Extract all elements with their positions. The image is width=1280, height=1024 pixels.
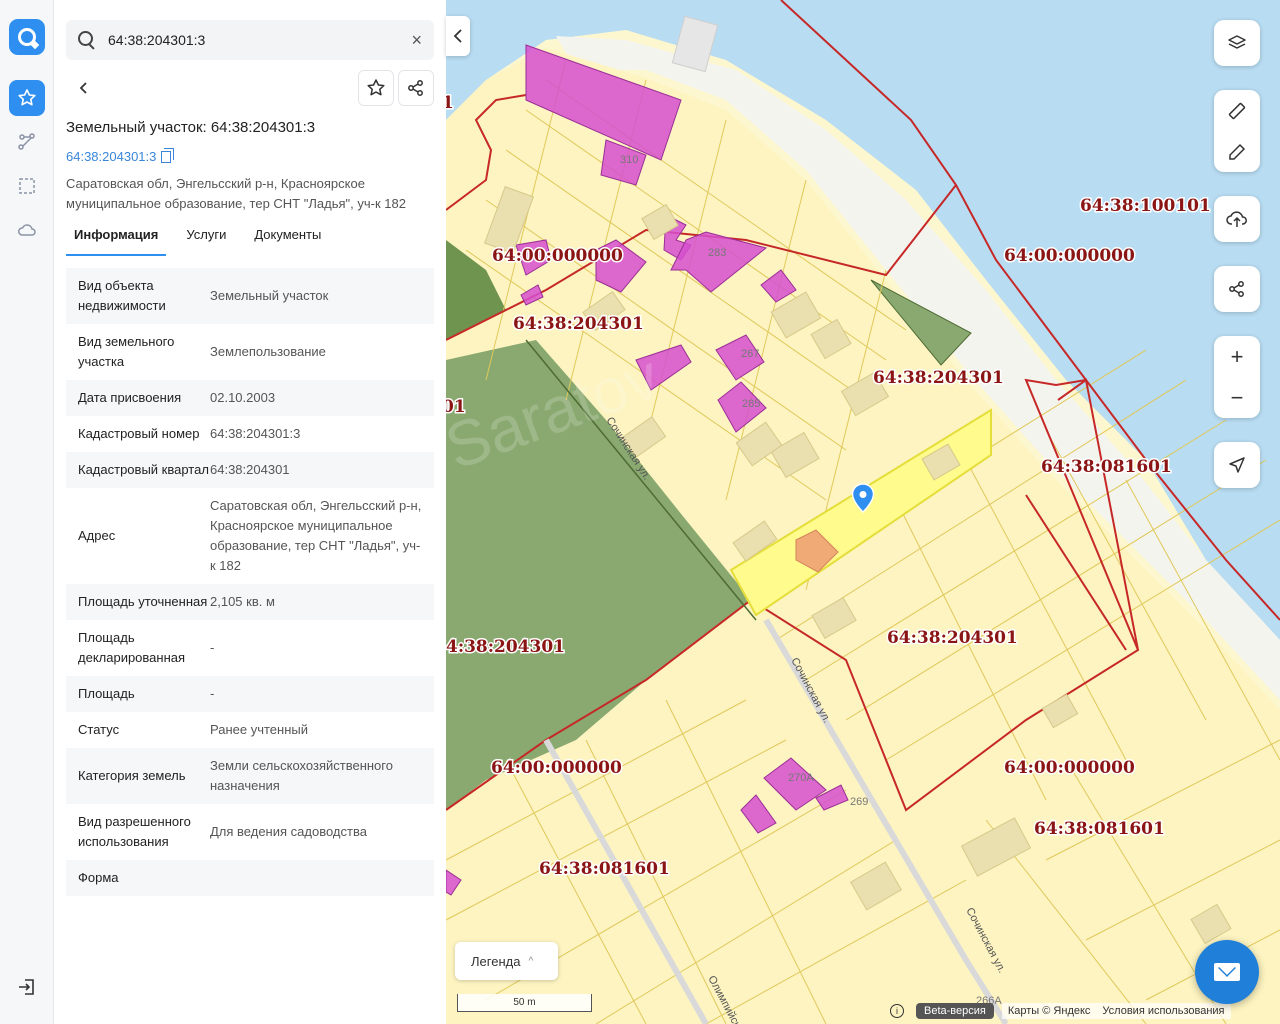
add-favorite-star-icon[interactable]	[358, 70, 394, 106]
terms-link[interactable]: Условия использования	[1096, 1003, 1231, 1019]
panel-toolbar	[66, 70, 434, 106]
row-key: Вид разрешенного использования	[78, 814, 191, 849]
cadastral-map[interactable]: Сочинская ул. Сочинская ул. Сочинская ул…	[446, 0, 1280, 1024]
row-value: Саратовская обл, Энгельсский р-н, Красно…	[210, 498, 422, 573]
upload-icon	[1226, 211, 1247, 227]
cadastral-number-text[interactable]: 64:38:204301:3	[66, 149, 156, 164]
share-icon	[1229, 281, 1244, 297]
search-icon	[78, 31, 96, 49]
table-row: Вид разрешенного использования Для ведени…	[66, 804, 434, 860]
search-input[interactable]: 64:38:204301:3	[108, 32, 411, 48]
share-icon[interactable]	[398, 70, 434, 106]
back-chevron-icon[interactable]	[66, 70, 102, 106]
row-value: Ранее учтенный	[210, 722, 308, 737]
map-footer: i Beta-версия Карты © Яндекс Условия исп…	[890, 1002, 1231, 1020]
row-key: Статус	[78, 722, 120, 737]
logout-icon[interactable]	[14, 974, 40, 1000]
zoom-out-icon[interactable]: −	[1231, 385, 1244, 411]
row-value: Для ведения садоводства	[210, 824, 367, 839]
row-value: 2,105 кв. м	[210, 594, 275, 609]
row-key: Кадастровый квартал	[78, 462, 209, 477]
edit-icon[interactable]	[1227, 142, 1247, 162]
table-row: Категория земель Земли сельскохозяйственн…	[66, 748, 434, 804]
row-value: 02.10.2003	[210, 390, 276, 405]
beta-badge: Beta-версия	[916, 1003, 994, 1019]
table-row: Статус Ранее учтенный	[66, 712, 434, 748]
row-key: Категория земель	[78, 768, 186, 783]
table-row: Площадь -	[66, 676, 434, 712]
row-key: Площадь декларированная	[78, 630, 186, 665]
row-key: Адрес	[78, 528, 116, 543]
row-key: Дата присвоения	[78, 390, 182, 405]
table-row: Вид земельного участка Землепользование	[66, 324, 434, 380]
row-value: -	[210, 686, 215, 701]
zoom-controls: + −	[1214, 336, 1260, 418]
info-icon[interactable]: i	[890, 1004, 904, 1018]
select-area-icon[interactable]	[9, 168, 45, 204]
location-pin-icon[interactable]	[851, 483, 875, 513]
table-row: Площадь уточненная 2,105 кв. м	[66, 584, 434, 620]
row-value: 64:38:204301	[210, 462, 290, 477]
map-provider: Карты © Яндекс	[1001, 1003, 1097, 1019]
tab-information[interactable]: Информация	[66, 222, 167, 256]
legend-label: Легенда	[471, 953, 521, 969]
attributes-table: Вид объекта недвижимости Земельный участо…	[66, 268, 434, 958]
mail-icon	[1214, 963, 1240, 981]
object-address: Саратовская обл, Энгельсский р-н, Красно…	[66, 176, 406, 211]
copy-icon[interactable]	[161, 147, 175, 163]
tab-documents[interactable]: Документы	[246, 222, 329, 256]
table-row: Адрес Саратовская обл, Энгельсский р-н, К…	[66, 488, 434, 584]
legend-button[interactable]: Легенда ^	[455, 942, 558, 980]
route-icon[interactable]	[9, 124, 45, 160]
row-value: Земли сельскохозяйственного назначения	[210, 758, 393, 793]
row-value: Землепользование	[210, 344, 326, 359]
row-key: Форма	[78, 870, 119, 885]
tab-services[interactable]: Услуги	[178, 222, 234, 256]
feedback-mail-button[interactable]	[1195, 940, 1259, 1004]
locate-button[interactable]	[1214, 442, 1260, 488]
zoom-in-icon[interactable]: +	[1231, 344, 1244, 370]
table-row: Форма	[66, 860, 434, 896]
row-key: Площадь уточненная	[78, 594, 208, 609]
locate-icon	[1229, 457, 1245, 473]
app-logo[interactable]	[9, 19, 45, 55]
row-key: Площадь	[78, 686, 135, 701]
row-value: -	[210, 640, 215, 655]
layers-icon	[1228, 35, 1246, 49]
table-row: Вид объекта недвижимости Земельный участо…	[66, 268, 434, 324]
upload-button[interactable]	[1214, 196, 1260, 242]
chevron-up-icon: ^	[528, 955, 534, 967]
object-info-panel: 64:38:204301:3 × Земельный участок: 64:3…	[54, 0, 446, 1024]
row-value: 64:38:204301:3	[210, 426, 301, 441]
object-title: Земельный участок: 64:38:204301:3	[66, 119, 316, 136]
map-scale: 50 m	[457, 994, 592, 1012]
map-share-button[interactable]	[1214, 266, 1260, 312]
clear-search-icon[interactable]: ×	[411, 30, 422, 51]
row-value	[210, 868, 422, 888]
cadastral-number-link[interactable]: 64:38:204301:3	[66, 147, 175, 164]
measure-tools-group	[1214, 90, 1260, 172]
collapse-panel-chevron-icon[interactable]	[446, 16, 470, 56]
row-key: Вид объекта недвижимости	[78, 278, 166, 313]
info-tabs: Информация Услуги Документы	[66, 222, 434, 256]
cloud-icon[interactable]	[9, 212, 45, 248]
table-row: Дата присвоения 02.10.2003	[66, 380, 434, 416]
ruler-icon[interactable]	[1227, 101, 1247, 121]
row-key: Вид земельного участка	[78, 334, 175, 369]
table-row: Площадь декларированная -	[66, 620, 434, 676]
app-rail	[0, 0, 54, 1024]
row-value: Земельный участок	[210, 288, 329, 303]
table-row: Кадастровый номер 64:38:204301:3	[66, 416, 434, 452]
row-key: Кадастровый номер	[78, 426, 200, 441]
table-row: Кадастровый квартал 64:38:204301	[66, 452, 434, 488]
search-bar[interactable]: 64:38:204301:3 ×	[66, 20, 434, 60]
layers-button[interactable]	[1214, 20, 1260, 66]
favorites-star-icon[interactable]	[9, 80, 45, 116]
